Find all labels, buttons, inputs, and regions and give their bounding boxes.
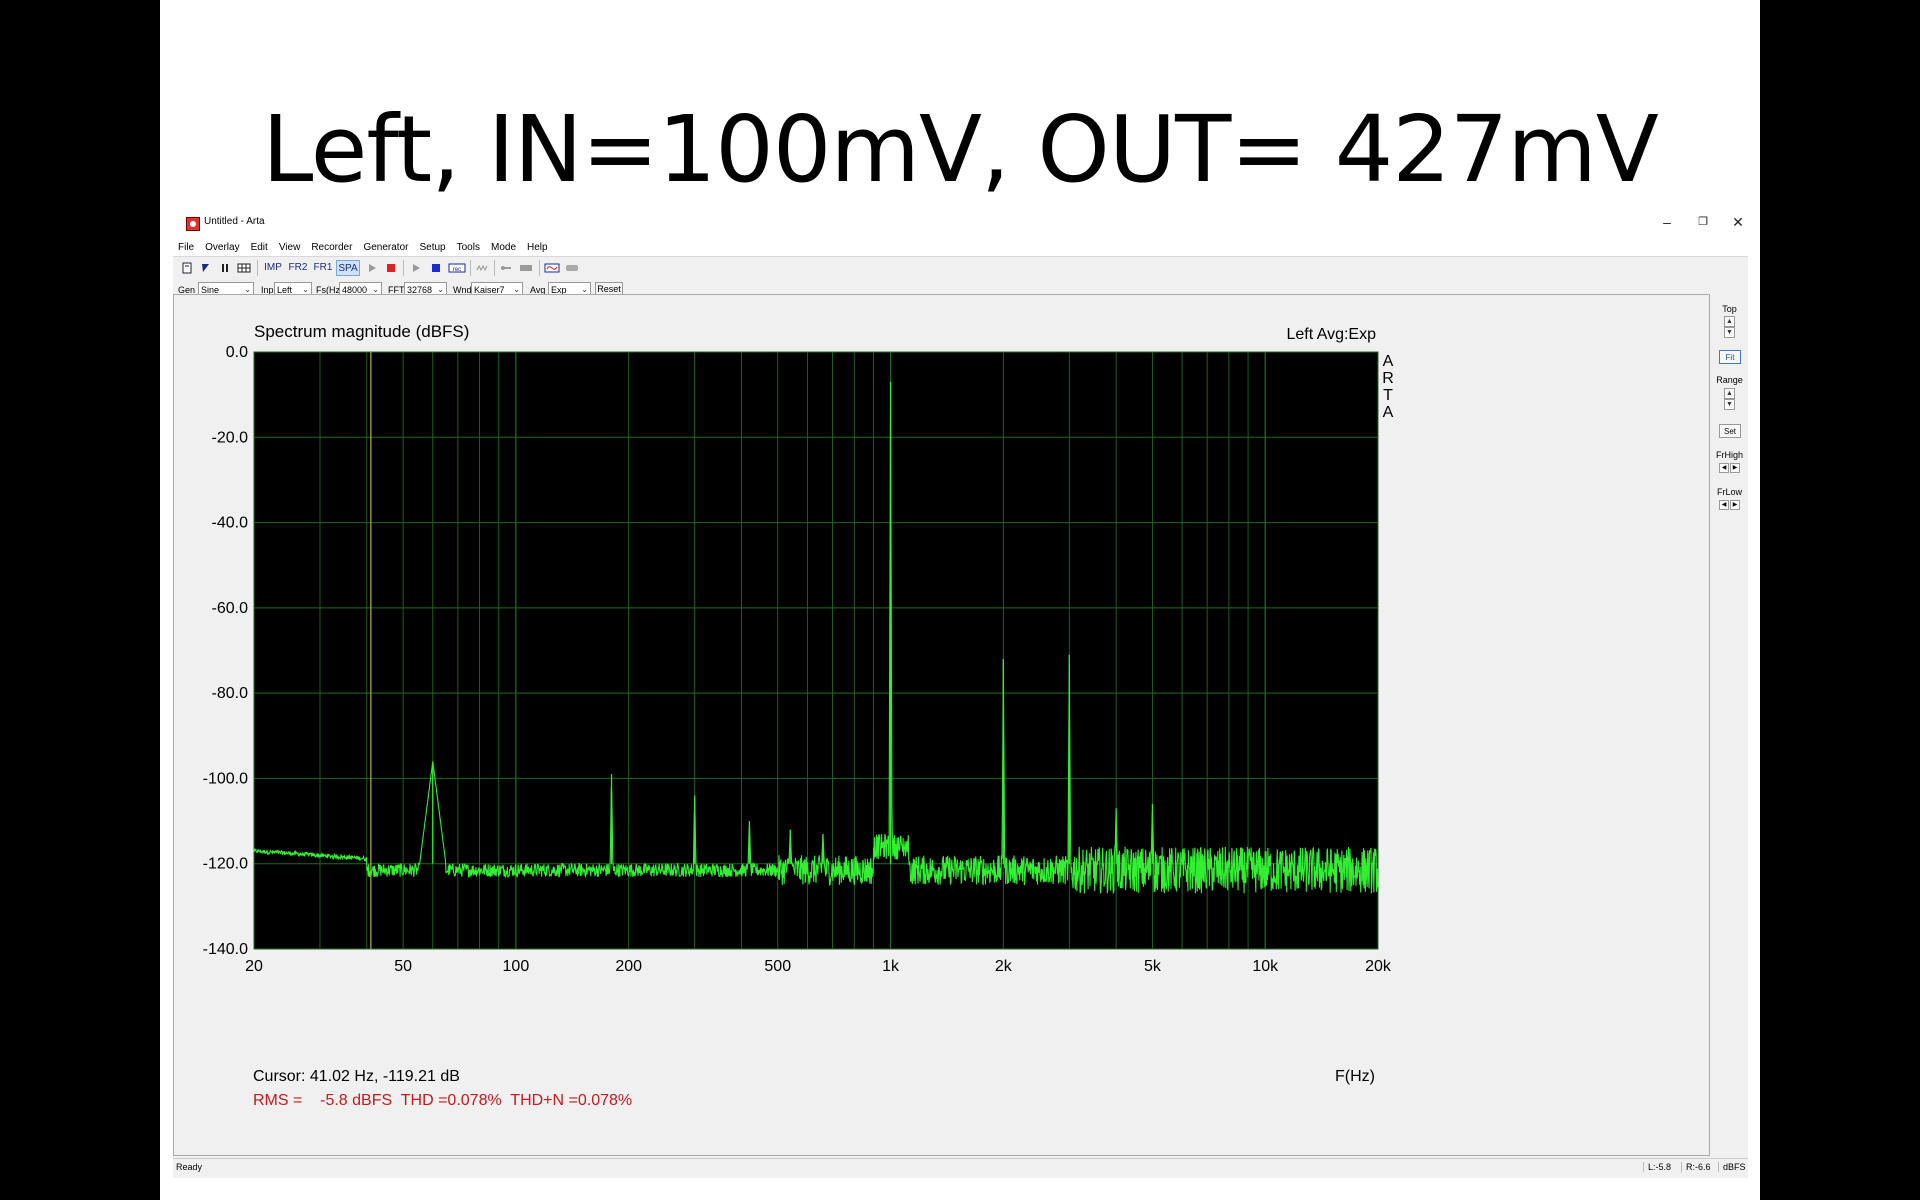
x-axis-label: F(Hz): [1335, 1068, 1375, 1085]
right-level: R:-6.6: [1681, 1162, 1711, 1172]
fit-button[interactable]: Fit: [1719, 350, 1741, 364]
frlow-label: FrLow: [1716, 487, 1742, 497]
frlow-right-button[interactable]: ▶: [1730, 500, 1740, 510]
spectrum-chart[interactable]: Spectrum magnitude (dBFS) Left Avg:Exp A…: [174, 295, 1710, 1157]
arta-app-icon: [186, 217, 200, 231]
menu-mode[interactable]: Mode: [486, 240, 522, 253]
y-tick-label: -20.0: [212, 429, 249, 446]
generator-play-icon[interactable]: [409, 261, 423, 275]
presentation-slide: Left, IN=100mV, OUT= 427mV Untitled - Ar…: [160, 0, 1760, 1200]
arta-window: Untitled - Arta – ❐ ✕ File Overlay Edit Vie…: [173, 206, 1748, 1178]
x-tick-label: 200: [615, 958, 642, 975]
menu-view[interactable]: View: [274, 240, 307, 253]
minimize-button[interactable]: –: [1649, 210, 1685, 234]
arta-letter: A: [1383, 404, 1394, 421]
new-file-icon[interactable]: [180, 261, 194, 275]
table-icon[interactable]: [237, 261, 251, 275]
measurement-readout: RMS = -5.8 dBFS THD =0.078% THD+N =0.078…: [253, 1092, 632, 1109]
y-tick-label: -60.0: [212, 600, 249, 617]
x-axis-ticks: 20 50 100 200 500 1k 2k 5k 10k 20k: [245, 958, 1392, 975]
y-tick-label: -80.0: [212, 685, 249, 702]
x-tick-label: 100: [503, 958, 530, 975]
top-down-button[interactable]: ▼: [1724, 327, 1735, 338]
toolbar-separator: [470, 260, 471, 276]
menu-overlay[interactable]: Overlay: [200, 240, 245, 253]
toolbar-separator: [539, 260, 540, 276]
y-tick-label: -100.0: [203, 770, 248, 787]
unit-label: dBFS: [1718, 1162, 1746, 1172]
slide-title: Left, IN=100mV, OUT= 427mV: [262, 96, 1659, 203]
fr2-mode-button[interactable]: FR2: [286, 260, 310, 276]
record-icon[interactable]: rec: [448, 261, 466, 275]
svg-text:rec: rec: [453, 267, 461, 273]
menu-bar: File Overlay Edit View Recorder Generator Setu…: [173, 240, 1748, 256]
top-up-button[interactable]: ▲: [1724, 316, 1735, 327]
frlow-left-button[interactable]: ◀: [1719, 500, 1729, 510]
x-tick-label: 500: [764, 958, 791, 975]
y-axis-ticks: 0.0 -20.0 -40.0 -60.0 -80.0 -100.0 -120.0 -140.…: [203, 344, 248, 958]
oscilloscope-icon[interactable]: [544, 261, 560, 275]
stop-record-icon[interactable]: [384, 261, 398, 275]
frhigh-right-button[interactable]: ▶: [1730, 463, 1740, 473]
channel-info-label: Left Avg:Exp: [1286, 326, 1376, 343]
menu-setup[interactable]: Setup: [414, 240, 451, 253]
open-file-icon[interactable]: [199, 261, 213, 275]
arta-letter: T: [1383, 387, 1393, 404]
fr1-mode-button[interactable]: FR1: [312, 260, 334, 276]
close-button[interactable]: ✕: [1720, 210, 1756, 234]
play-icon[interactable]: [365, 261, 379, 275]
x-tick-label: 20: [245, 958, 263, 975]
meter-icon[interactable]: [565, 261, 579, 275]
noise-icon[interactable]: [475, 261, 489, 275]
range-down-button[interactable]: ▼: [1724, 399, 1735, 410]
probe-icon[interactable]: [499, 261, 513, 275]
menu-file[interactable]: File: [173, 240, 200, 253]
menu-help[interactable]: Help: [522, 240, 554, 253]
status-text: Ready: [176, 1162, 203, 1172]
frhigh-label: FrHigh: [1715, 450, 1743, 460]
right-control-panel: Top ▲ ▼ Fit Range ▲ ▼ Set FrHigh ◀ ▶ FrL…: [1711, 294, 1748, 1156]
toolbar-separator: [257, 260, 258, 276]
chart-title: Spectrum magnitude (dBFS): [254, 322, 469, 341]
x-tick-label: 5k: [1144, 958, 1162, 975]
x-tick-label: 50: [394, 958, 412, 975]
imp-mode-button[interactable]: IMP: [262, 260, 284, 276]
range-up-button[interactable]: ▲: [1724, 388, 1735, 399]
range-label: Range: [1716, 375, 1743, 385]
y-tick-label: -140.0: [203, 941, 248, 958]
arta-letter: R: [1382, 370, 1394, 387]
left-level: L:-5.8: [1643, 1162, 1671, 1172]
toolbar-separator: [403, 260, 404, 276]
arta-letter: A: [1383, 353, 1394, 370]
cursor-readout: Cursor: 41.02 Hz, -119.21 dB: [253, 1068, 460, 1085]
spectrum-plot-area[interactable]: Spectrum magnitude (dBFS) Left Avg:Exp A…: [173, 294, 1710, 1156]
x-tick-label: 20k: [1365, 958, 1392, 975]
set-button[interactable]: Set: [1719, 424, 1741, 438]
y-tick-label: -120.0: [203, 856, 248, 873]
frhigh-left-button[interactable]: ◀: [1719, 463, 1729, 473]
arta-vertical-label: ARTA: [1382, 353, 1394, 421]
y-tick-label: 0.0: [226, 344, 248, 361]
toolbar: IMP FR2 FR1 SPA rec: [173, 256, 1748, 280]
x-tick-label: 1k: [882, 958, 900, 975]
restore-button[interactable]: ❐: [1685, 210, 1721, 234]
menu-edit[interactable]: Edit: [246, 240, 274, 253]
status-bar: Ready L:-5.8 R:-6.6 dBFS: [173, 1158, 1748, 1177]
menu-recorder[interactable]: Recorder: [306, 240, 358, 253]
pause-icon[interactable]: [218, 261, 232, 275]
toolbar-separator: [494, 260, 495, 276]
y-tick-label: -40.0: [212, 515, 249, 532]
spa-mode-button[interactable]: SPA: [336, 260, 360, 276]
window-title: Untitled - Arta: [204, 216, 265, 227]
top-label: Top: [1722, 304, 1737, 314]
menu-generator[interactable]: Generator: [358, 240, 414, 253]
menu-tools[interactable]: Tools: [452, 240, 486, 253]
generator-stop-icon[interactable]: [429, 261, 443, 275]
window-titlebar: Untitled - Arta – ❐ ✕: [173, 206, 1748, 240]
device-icon[interactable]: [519, 261, 533, 275]
x-tick-label: 10k: [1252, 958, 1279, 975]
x-tick-label: 2k: [995, 958, 1013, 975]
